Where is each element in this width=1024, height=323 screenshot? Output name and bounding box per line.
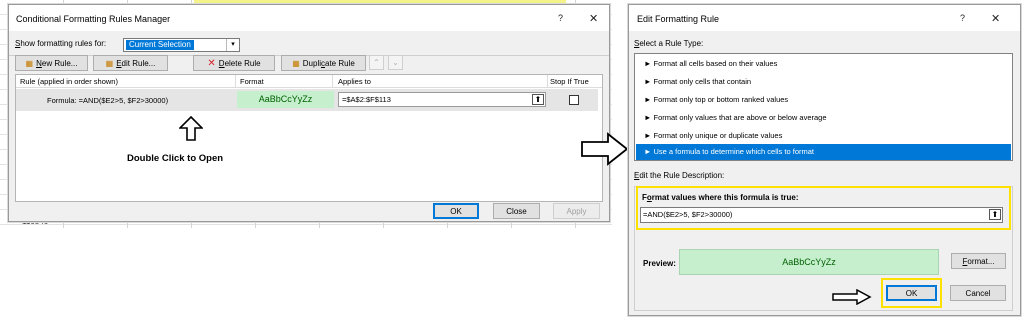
close-button[interactable]: Close <box>493 203 540 219</box>
column-divider <box>332 75 333 88</box>
stop-if-true-checkbox[interactable] <box>569 95 579 105</box>
new-rule-label: New Rule... <box>36 58 78 68</box>
formula-input[interactable]: =AND($E2>5, $F2>30000) ⬆ <box>640 207 1003 223</box>
show-rules-select[interactable]: Current Selection ▾ <box>123 38 240 52</box>
list-item[interactable]: ► Format all cells based on their values <box>636 56 1011 72</box>
edit-rule-label: Edit Rule... <box>116 58 156 68</box>
edit-title: Edit Formatting Rule <box>637 14 720 24</box>
manager-title: Conditional Formatting Rules Manager <box>16 14 171 24</box>
edit-titlebar: Edit Formatting Rule ? ✕ <box>629 5 1020 31</box>
collapse-range-icon[interactable]: ⬆ <box>989 209 1001 220</box>
delete-icon: ✕ <box>207 57 216 69</box>
list-item-selected[interactable]: ► Use a formula to determine which cells… <box>636 144 1011 160</box>
rule-formula: Formula: =AND($E2>5, $F2>30000) <box>47 96 169 105</box>
column-stop-if-true: Stop If True <box>550 77 589 86</box>
duplicate-rule-label: Duplicate Rule <box>302 58 355 68</box>
move-up-icon[interactable]: ⌃ <box>369 55 384 70</box>
edit-rule-button[interactable]: ▦ Edit Rule... <box>93 55 168 71</box>
cancel-button[interactable]: Cancel <box>950 285 1006 301</box>
help-button[interactable]: ? <box>558 13 563 23</box>
rules-manager-dialog: Conditional Formatting Rules Manager ? ✕… <box>8 4 610 222</box>
select-rule-type-label: Select a Rule Type: <box>634 39 704 48</box>
list-item[interactable]: ► Format only top or bottom ranked value… <box>636 92 1011 108</box>
new-rule-button[interactable]: ▦ New Rule... <box>15 55 88 71</box>
duplicate-rule-button[interactable]: ▦ Duplicate Rule <box>281 55 366 71</box>
screen: 116846 Conditional Formatting Rules Mana… <box>0 0 1024 323</box>
move-down-icon[interactable]: ⌄ <box>388 55 403 70</box>
column-divider <box>235 75 236 88</box>
close-icon[interactable]: ✕ <box>589 12 598 25</box>
ok-button[interactable]: OK <box>886 285 937 301</box>
right-arrow-icon <box>581 132 629 166</box>
rules-table-header: Rule (applied in order shown) Format App… <box>16 75 602 88</box>
list-item[interactable]: ► Format only cells that contain <box>636 74 1011 90</box>
column-divider <box>547 75 548 88</box>
ok-button[interactable]: OK <box>433 203 479 219</box>
delete-rule-button[interactable]: ✕ Delete Rule <box>193 55 275 71</box>
duplicate-icon: ▦ <box>292 58 300 68</box>
preview-box: AaBbCcYyZz <box>679 249 939 275</box>
help-button[interactable]: ? <box>960 13 965 23</box>
format-preview: AaBbCcYyZz <box>237 91 334 108</box>
format-button-label: Format... <box>962 256 995 266</box>
edit-rule-dialog: Edit Formatting Rule ? ✕ Select a Rule T… <box>628 4 1021 316</box>
chevron-down-icon[interactable]: ▾ <box>226 39 239 51</box>
delete-rule-label: Delete Rule <box>218 58 261 68</box>
show-rules-value: Current Selection <box>126 40 194 50</box>
applies-to-field[interactable]: =$A$2:$F$113 ⬆ <box>338 92 546 107</box>
formula-value: =AND($E2>5, $F2>30000) <box>643 210 733 219</box>
list-item[interactable]: ► Format only values that are above or b… <box>636 110 1011 126</box>
up-arrow-icon <box>179 116 203 141</box>
annotation-text: Double Click to Open <box>127 153 224 164</box>
format-button[interactable]: Format... <box>951 253 1006 269</box>
list-item[interactable]: ► Format only unique or duplicate values <box>636 128 1011 144</box>
rule-type-list: ► Format all cells based on their values… <box>634 53 1013 161</box>
column-rule: Rule (applied in order shown) <box>20 77 118 86</box>
edit-rule-icon: ▦ <box>105 58 114 68</box>
formula-label: Format values where this formula is true… <box>642 193 799 202</box>
edit-description-label: Edit the Rule Description: <box>634 171 725 180</box>
apply-button[interactable]: Apply <box>553 203 600 219</box>
table-row[interactable]: Formula: =AND($E2>5, $F2>30000) AaBbCcYy… <box>16 89 598 111</box>
close-icon[interactable]: ✕ <box>991 12 1000 25</box>
applies-to-value: =$A$2:$F$113 <box>342 95 391 104</box>
collapse-range-icon[interactable]: ⬆ <box>532 94 544 105</box>
column-applies-to: Applies to <box>338 77 371 86</box>
show-rules-label: Show formatting rules for: <box>15 39 107 48</box>
new-rule-icon: ▦ <box>25 58 34 68</box>
manager-titlebar: Conditional Formatting Rules Manager ? ✕ <box>9 5 609 31</box>
right-arrow-icon <box>832 289 872 305</box>
rules-table: Rule (applied in order shown) Format App… <box>15 74 603 202</box>
column-format: Format <box>240 77 264 86</box>
preview-label: Preview: <box>643 259 676 268</box>
